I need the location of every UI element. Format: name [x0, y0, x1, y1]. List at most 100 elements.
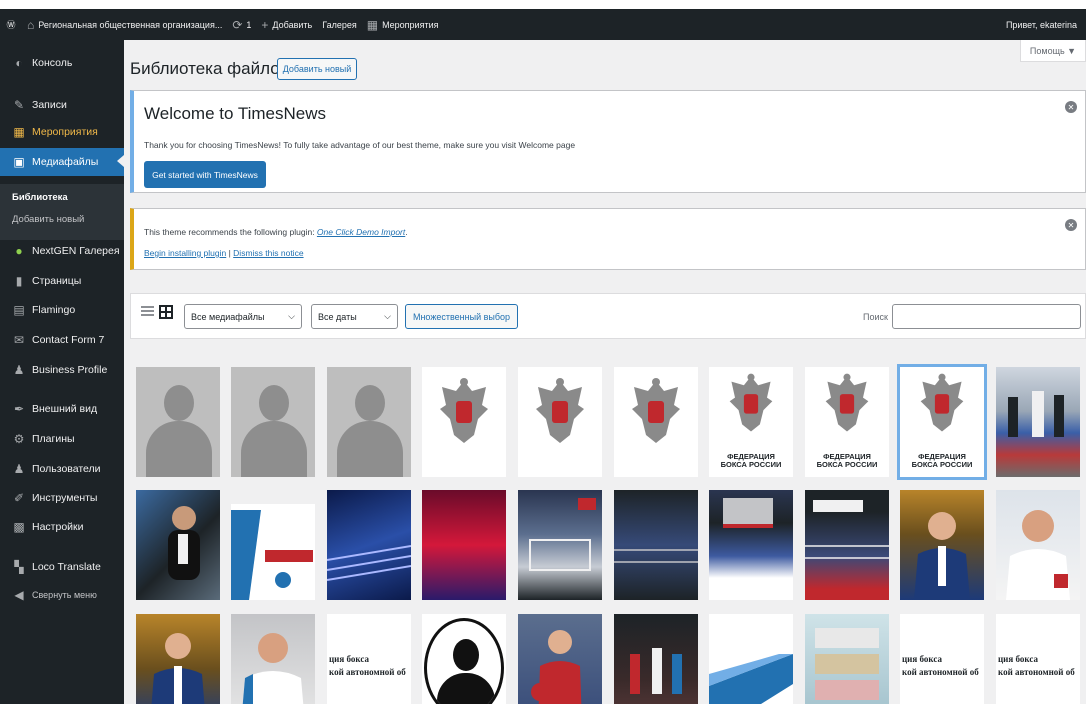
install-plugin-link[interactable]: Begin installing plugin [144, 248, 226, 258]
poster-photo-icon [231, 490, 315, 600]
sidebar-item-loco-translate[interactable]: ▚ Loco Translate [0, 554, 124, 580]
media-thumbnail[interactable]: ФЕДЕРАЦИЯ БОКСА РОССИИ [805, 367, 889, 477]
sidebar-item-label: Инструменты [32, 492, 98, 504]
wrench-icon: ✐ [13, 491, 25, 505]
media-thumbnail[interactable] [327, 367, 411, 477]
media-thumbnail[interactable]: ция бокса кой автономной об [900, 614, 984, 704]
plugin-notice-text: This theme recommends the following plug… [144, 227, 408, 237]
gallery-label: Галерея [322, 19, 357, 30]
sidebar-item-flamingo[interactable]: ▤ Flamingo [0, 297, 124, 323]
add-new-label: Добавить [272, 19, 313, 30]
sidebar-item-plugins[interactable]: ⚙ Плагины [0, 426, 124, 452]
submenu-library[interactable]: Библиотека [0, 192, 124, 203]
media-type-filter[interactable]: Все медиафайлы ⌵ [184, 304, 302, 329]
media-thumbnail[interactable] [709, 490, 793, 600]
get-started-button[interactable]: Get started with TimesNews [144, 161, 266, 188]
sidebar-item-nextgen[interactable]: ● NextGEN Галерея [0, 238, 124, 264]
media-thumbnail[interactable] [231, 490, 315, 600]
media-thumbnail[interactable] [900, 490, 984, 600]
sidebar-item-pages[interactable]: ▮ Страницы [0, 268, 124, 294]
flamingo-icon: ▤ [13, 303, 25, 317]
gallery-link[interactable]: Галерея [317, 9, 362, 40]
updates-link[interactable]: ⟳ 1 [227, 9, 256, 40]
add-new-media-button[interactable]: Добавить новый [277, 58, 357, 80]
media-thumbnail[interactable] [422, 614, 506, 704]
media-thumbnail[interactable] [327, 490, 411, 600]
sidebar-item-media[interactable]: ▣ Медиафайлы [0, 148, 124, 176]
wordpress-logo-icon[interactable]: Ⓦ [0, 9, 22, 40]
person-photo-icon [242, 633, 304, 704]
media-thumbnail[interactable] [709, 614, 793, 704]
sidebar-item-dashboard[interactable]: ◐ Консоль [0, 50, 124, 76]
sidebar-item-posts[interactable]: ✎ Записи [0, 92, 124, 118]
media-thumbnail[interactable] [231, 614, 315, 704]
media-thumbnail[interactable] [805, 614, 889, 704]
sidebar-item-contact-form[interactable]: ✉ Contact Form 7 [0, 327, 124, 353]
help-tab-button[interactable]: Помощь ▼ [1020, 40, 1086, 62]
events-link[interactable]: ▦ Мероприятия [362, 9, 444, 40]
sidebar-item-business-profile[interactable]: ♟ Business Profile [0, 357, 124, 383]
updates-icon: ⟳ [232, 17, 243, 32]
media-thumbnail[interactable] [518, 490, 602, 600]
greeting-label: Привет, ekaterina [1005, 19, 1077, 30]
emblem-caption-line2: БОКСА РОССИИ [816, 460, 878, 469]
media-thumbnail[interactable] [614, 367, 698, 477]
grid-view-icon[interactable] [159, 305, 173, 319]
search-input[interactable] [892, 304, 1081, 329]
collapse-menu-button[interactable]: ◀ Свернуть меню [0, 582, 124, 608]
boxer-photo-icon [531, 630, 582, 704]
media-thumbnail[interactable]: ция бокса кой автономной об [327, 614, 411, 704]
submenu-add-new[interactable]: Добавить новый [0, 214, 124, 225]
sidebar-item-label: Записи [32, 99, 67, 111]
site-name-link[interactable]: ⌂ Региональная общественная организация.… [22, 9, 227, 40]
admin-bar: Ⓦ ⌂ Региональная общественная организаци… [0, 0, 1086, 40]
media-thumbnail[interactable] [231, 367, 315, 477]
events-label: Мероприятия [382, 19, 439, 30]
emblem-caption-line2: БОКСА РОССИИ [911, 460, 973, 469]
scoreboard-photo-icon [723, 498, 773, 528]
close-icon[interactable]: ✕ [1065, 101, 1077, 113]
translate-icon: ▚ [14, 560, 24, 574]
sidebar-item-label: Flamingo [32, 304, 76, 316]
media-thumbnail[interactable] [518, 367, 602, 477]
media-thumbnail[interactable] [996, 490, 1080, 600]
media-thumbnail-selected[interactable]: ФЕДЕРАЦИЯ БОКСА РОССИИ [897, 364, 987, 480]
plugin-link[interactable]: One Click Demo Import [317, 227, 405, 237]
media-thumbnail[interactable] [136, 614, 220, 704]
sidebar-item-settings[interactable]: ▩ Настройки [0, 514, 124, 540]
sidebar-item-tools[interactable]: ✐ Инструменты [0, 485, 124, 511]
media-thumbnail[interactable] [136, 367, 220, 477]
media-icon: ▣ [13, 155, 25, 169]
eagle-emblem-icon [729, 373, 773, 432]
media-thumbnail[interactable] [614, 490, 698, 600]
chevron-down-icon: ⌵ [288, 311, 295, 321]
mail-icon: ✉ [13, 333, 25, 347]
boxing-ring-photo-icon [805, 500, 889, 559]
media-thumbnail[interactable] [136, 490, 220, 600]
add-new-link[interactable]: + Добавить [256, 9, 317, 40]
dashboard-icon: ◐ [15, 56, 23, 70]
media-thumbnail[interactable] [422, 490, 506, 600]
list-view-icon[interactable] [141, 306, 154, 320]
avatar-ring [424, 618, 504, 704]
sidebar-item-events[interactable]: ▦ Мероприятия [0, 119, 124, 145]
sidebar-item-appearance[interactable]: ✒ Внешний вид [0, 396, 124, 422]
media-thumbnail[interactable] [614, 614, 698, 704]
media-thumbnail[interactable] [422, 367, 506, 477]
media-thumbnail[interactable]: ФЕДЕРАЦИЯ БОКСА РОССИИ [709, 367, 793, 477]
account-link[interactable]: Привет, ekaterina [1001, 9, 1082, 40]
sidebar-item-label: Свернуть меню [32, 590, 97, 600]
admin-bar-inner: Ⓦ ⌂ Региональная общественная организаци… [0, 9, 1086, 40]
bulk-select-button[interactable]: Множественный выбор [405, 304, 518, 329]
media-thumbnail[interactable]: ция бокса кой автономной об [996, 614, 1080, 704]
date-filter[interactable]: Все даты ⌵ [311, 304, 398, 329]
eagle-emblem-icon [825, 373, 869, 432]
media-thumbnail[interactable] [805, 490, 889, 600]
dismiss-notice-link[interactable]: Dismiss this notice [233, 248, 303, 258]
media-thumbnail[interactable] [518, 614, 602, 704]
person-photo-icon [168, 506, 200, 580]
sidebar-item-users[interactable]: ♟ Пользователи [0, 456, 124, 482]
boxing-ring-photo-icon [529, 498, 596, 571]
close-icon[interactable]: ✕ [1065, 219, 1077, 231]
media-thumbnail[interactable] [996, 367, 1080, 477]
